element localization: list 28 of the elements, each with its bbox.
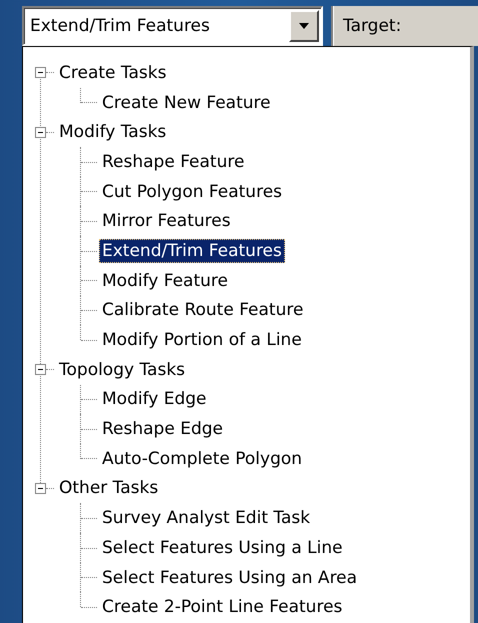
tree-item[interactable]: Modify Edge	[99, 387, 210, 412]
tree-item[interactable]: Extend/Trim Features	[99, 238, 285, 263]
collapse-icon[interactable]	[35, 482, 46, 494]
tree-item[interactable]: Reshape Feature	[99, 150, 248, 174]
tree-item[interactable]: Auto-Complete Polygon	[99, 446, 306, 471]
collapse-icon[interactable]	[35, 364, 46, 376]
tree-item[interactable]: Modify Tasks	[56, 120, 170, 144]
tree-item[interactable]: Modify Feature	[99, 268, 231, 293]
collapse-icon[interactable]	[35, 126, 46, 138]
tree-item[interactable]: Create 2-Point Line Features	[99, 595, 346, 620]
tree-item[interactable]: Reshape Edge	[99, 417, 226, 442]
tree-item[interactable]: Create New Feature	[99, 90, 274, 115]
collapse-icon[interactable]	[35, 67, 46, 78]
caret-icon	[299, 23, 309, 29]
dropdown-arrow-button[interactable]	[289, 10, 319, 42]
tree-item[interactable]: Create Tasks	[56, 60, 170, 85]
dropdown-value: Extend/Trim Features	[29, 16, 211, 36]
tree-item[interactable]: Select Features Using a Line	[99, 536, 346, 560]
target-label: Target:	[343, 16, 402, 36]
tree-item[interactable]: Mirror Features	[99, 209, 234, 234]
tree-item[interactable]: Select Features Using an Area	[99, 566, 360, 590]
tree-item[interactable]: Other Tasks	[56, 476, 162, 500]
tree-item[interactable]: Modify Portion of a Line	[99, 328, 305, 352]
tree-item[interactable]: Calibrate Route Feature	[99, 298, 306, 322]
task-dropdown[interactable]: Extend/Trim Features	[22, 6, 323, 46]
tree-item[interactable]: Topology Tasks	[56, 358, 188, 382]
tree-item[interactable]: Survey Analyst Edit Task	[99, 506, 314, 530]
tree-item[interactable]: Cut Polygon Features	[99, 180, 286, 204]
